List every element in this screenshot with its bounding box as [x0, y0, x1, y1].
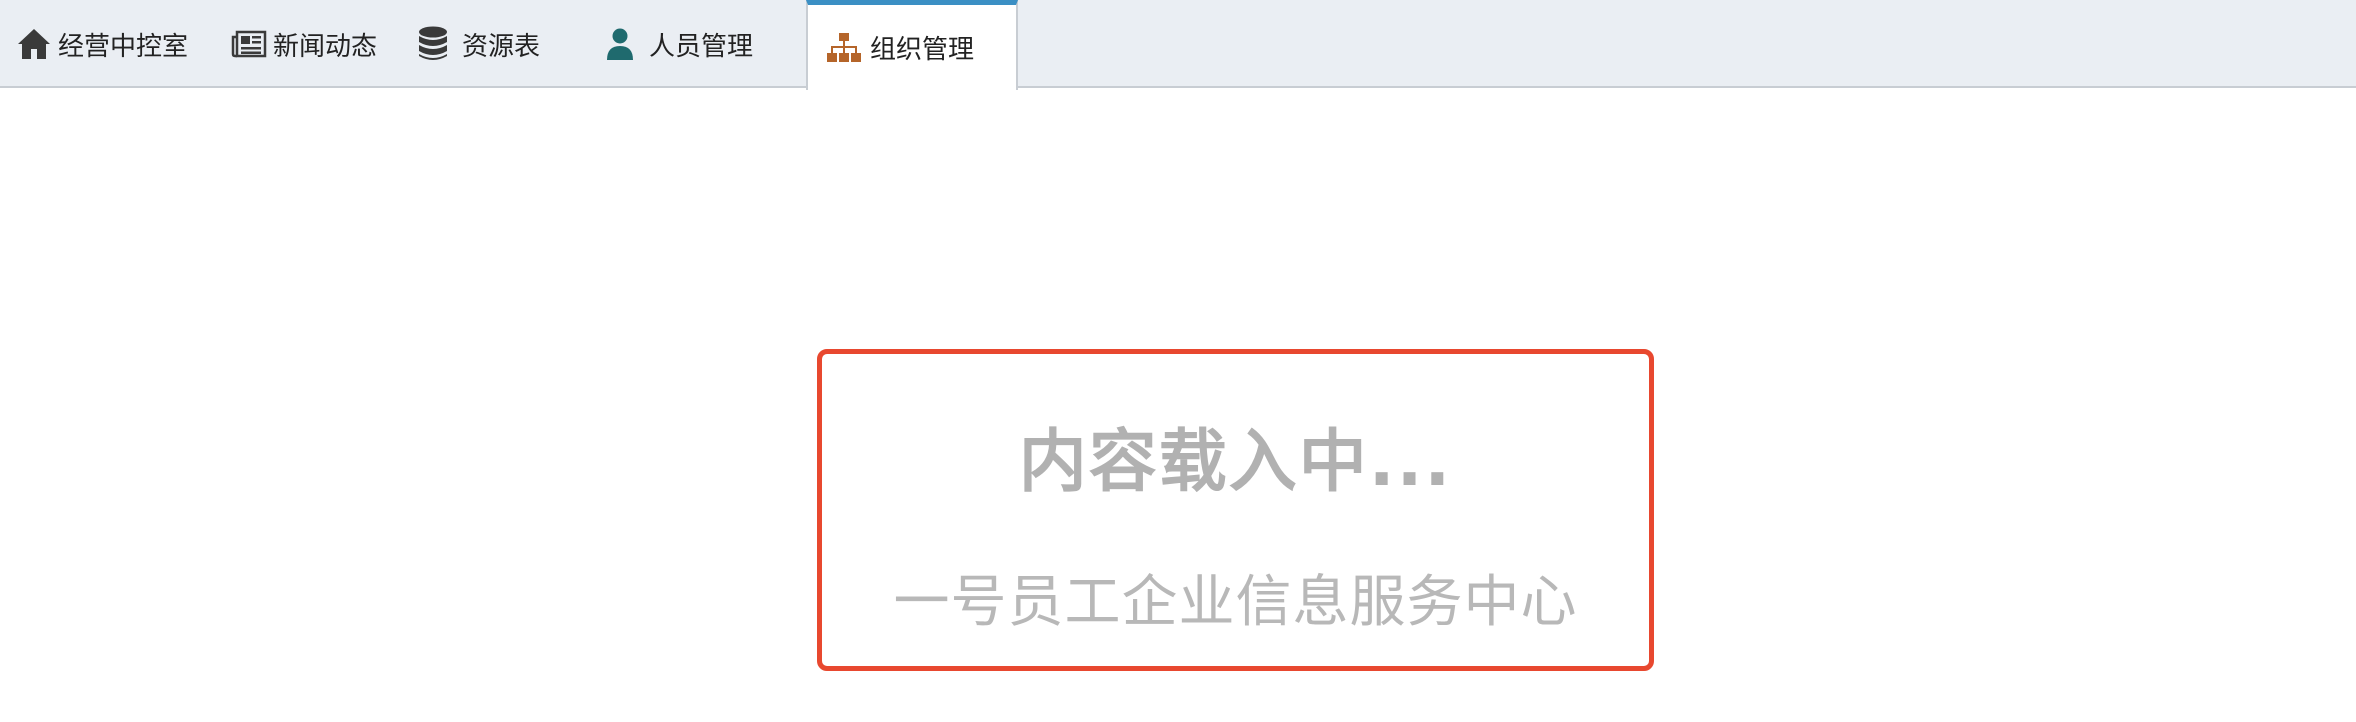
tab-personnel[interactable]: 人员管理: [605, 0, 753, 88]
tab-business-control[interactable]: 经营中控室: [16, 0, 188, 88]
tab-bar: 经营中控室 新闻动态 资源表 人员管理 组织管理: [0, 0, 2356, 90]
user-icon: [605, 27, 635, 61]
loading-panel: 内容载入中... 一号员工企业信息服务中心: [817, 349, 1654, 671]
tab-label: 新闻动态: [273, 31, 378, 62]
loading-title: 内容载入中...: [1018, 423, 1453, 502]
home-icon: [16, 27, 52, 61]
sitemap-icon: [826, 32, 862, 64]
tab-label: 人员管理: [649, 31, 754, 62]
tab-news[interactable]: 新闻动态: [231, 0, 377, 88]
tab-label: 组织管理: [870, 35, 975, 65]
tab-label: 经营中控室: [58, 31, 189, 62]
tab-resources[interactable]: 资源表: [416, 0, 540, 88]
tab-organization[interactable]: 组织管理: [806, 0, 1018, 90]
newspaper-icon: [231, 29, 267, 59]
loading-subtitle: 一号员工企业信息服务中心: [893, 570, 1578, 635]
database-icon: [416, 25, 450, 63]
tab-label: 资源表: [462, 31, 541, 62]
